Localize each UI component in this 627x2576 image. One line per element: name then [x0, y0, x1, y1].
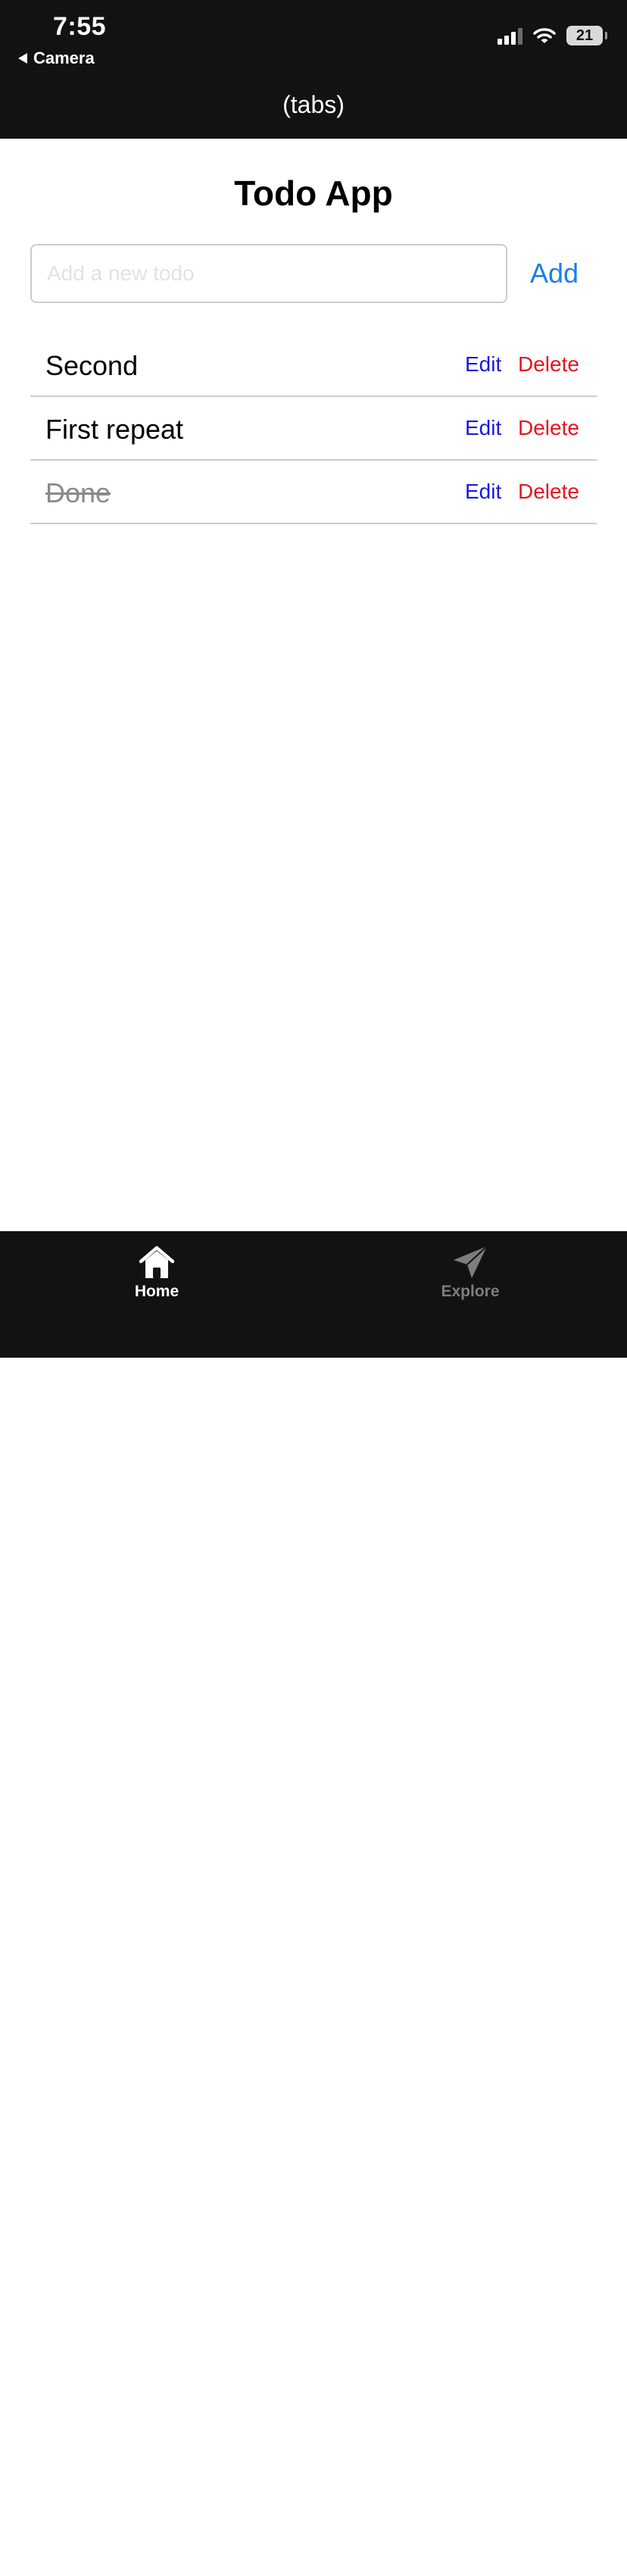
status-time: 7:55: [53, 12, 107, 41]
todo-text[interactable]: First repeat: [45, 414, 183, 445]
edit-button[interactable]: Edit: [465, 352, 501, 377]
signal-icon: [498, 27, 522, 45]
edit-button[interactable]: Edit: [465, 416, 501, 440]
nav-title: (tabs): [282, 91, 345, 118]
paper-plane-icon: [454, 1246, 488, 1278]
todo-text-completed[interactable]: Done: [45, 477, 111, 509]
todo-list: Second Edit Delete First repeat Edit Del…: [30, 333, 597, 524]
edit-button[interactable]: Edit: [465, 480, 501, 504]
home-indicator: [201, 2568, 426, 2576]
status-icons: 21: [498, 26, 607, 45]
tab-bar: Home Explore: [0, 1231, 627, 2576]
delete-button[interactable]: Delete: [518, 352, 579, 377]
back-app-label: Camera: [33, 48, 95, 67]
tab-home[interactable]: Home: [96, 1245, 217, 1301]
todo-item: Second Edit Delete: [30, 333, 597, 397]
battery-level: 21: [576, 27, 594, 44]
back-to-app-link[interactable]: Camera: [18, 48, 95, 68]
home-icon: [139, 1246, 175, 1278]
wifi-icon: [533, 28, 556, 43]
todo-text[interactable]: Second: [45, 350, 138, 382]
page-title: Todo App: [234, 174, 393, 213]
tab-explore[interactable]: Explore: [410, 1245, 531, 1301]
tab-explore-label: Explore: [441, 1283, 500, 1300]
delete-button[interactable]: Delete: [518, 416, 579, 440]
todo-item: Done Edit Delete: [30, 461, 597, 524]
back-arrow-icon: [18, 53, 27, 64]
new-todo-input[interactable]: [30, 244, 507, 303]
add-button[interactable]: Add: [530, 258, 579, 289]
tab-home-label: Home: [134, 1283, 179, 1300]
todo-item: First repeat Edit Delete: [30, 397, 597, 461]
header: 7:55 Camera 21 (tabs): [0, 0, 627, 139]
battery-icon: 21: [566, 26, 607, 45]
delete-button[interactable]: Delete: [518, 480, 579, 504]
